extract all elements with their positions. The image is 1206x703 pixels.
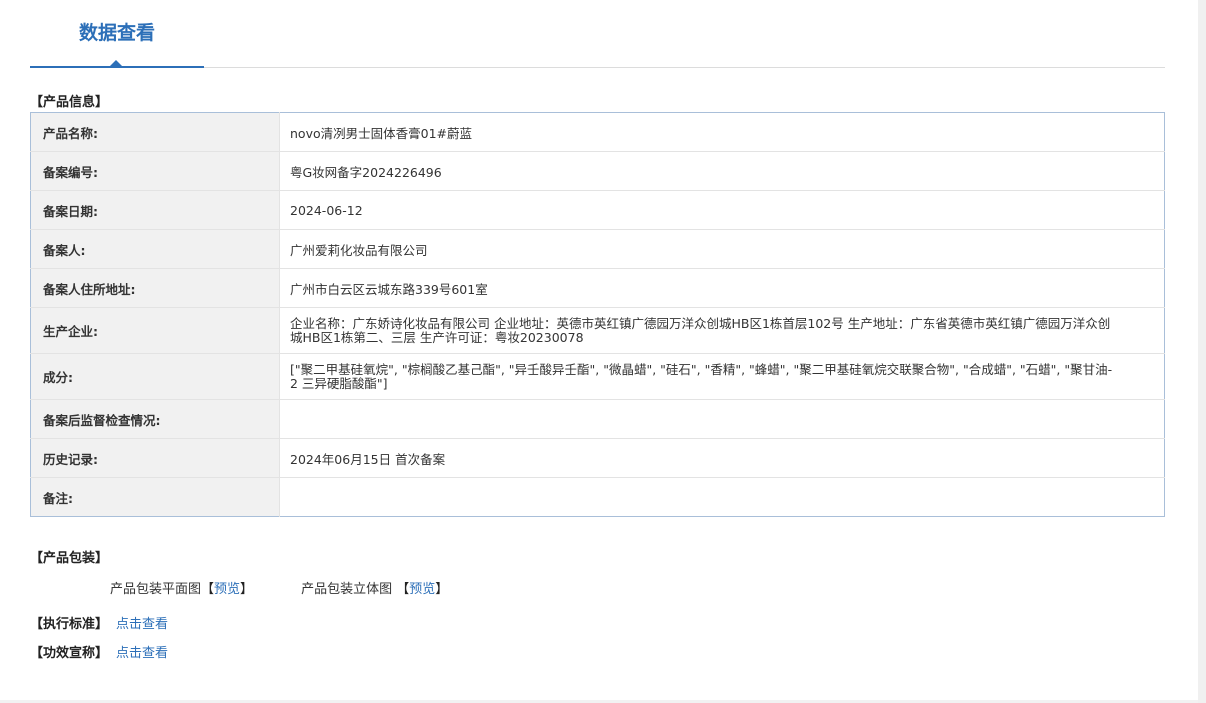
- row-label-filer: 备案人:: [30, 229, 280, 269]
- row-value-filing-number: 粤G妆网备字2024226496: [279, 151, 1165, 191]
- row-label-filer-address: 备案人住所地址:: [30, 268, 280, 308]
- table-row: 备案人住所地址: 广州市白云区云城东路339号601室: [30, 268, 1165, 308]
- row-value-filer: 广州爱莉化妆品有限公司: [279, 229, 1165, 269]
- row-value-manufacturer: 企业名称：广东娇诗化妆品有限公司 企业地址：英德市英红镇广德园万洋众创城HB区1…: [279, 307, 1165, 354]
- table-row: 备案日期: 2024-06-12: [30, 190, 1165, 230]
- table-row: 备注:: [30, 477, 1165, 517]
- scrollbar-track[interactable]: [1198, 0, 1206, 703]
- packaging-stereo-preview-link[interactable]: 预览: [409, 582, 435, 597]
- row-label-remarks: 备注:: [30, 477, 280, 517]
- efficacy-title: 【功效宣称】: [30, 646, 109, 661]
- packaging-flat-preview-link[interactable]: 预览: [214, 582, 240, 597]
- table-row: 产品名称: novo清冽男士固体香膏01#蔚蓝: [30, 112, 1165, 152]
- row-label-filing-number: 备案编号:: [30, 151, 280, 191]
- ingredients-text: ["聚二甲基硅氧烷", "棕榈酸乙基己酯", "异壬酸异壬酯", "微晶蜡", …: [290, 361, 1113, 391]
- row-label-supervision: 备案后监督检查情况:: [30, 399, 280, 439]
- table-row: 历史记录: 2024年06月15日 首次备案: [30, 438, 1165, 478]
- bracket-open: 【: [201, 582, 215, 597]
- row-value-filing-date: 2024-06-12: [279, 190, 1165, 230]
- row-value-product-name: novo清冽男士固体香膏01#蔚蓝: [279, 112, 1165, 152]
- standard-view-link[interactable]: 点击查看: [116, 617, 168, 632]
- tab-data-view[interactable]: 数据查看: [30, 1, 204, 68]
- row-value-history: 2024年06月15日 首次备案: [279, 438, 1165, 478]
- row-label-manufacturer: 生产企业:: [30, 307, 280, 354]
- bracket-open: 【: [396, 582, 410, 597]
- product-info-title: 【产品信息】: [30, 95, 109, 110]
- row-value-supervision: [279, 399, 1165, 439]
- packaging-flat-item: 产品包装平面图【预览】: [110, 578, 253, 597]
- packaging-stereo-label: 产品包装立体图: [301, 582, 393, 597]
- table-row: 备案人: 广州爱莉化妆品有限公司: [30, 229, 1165, 269]
- row-label-history: 历史记录:: [30, 438, 280, 478]
- tab-bar: 数据查看: [30, 0, 1165, 68]
- row-label-filing-date: 备案日期:: [30, 190, 280, 230]
- standard-title: 【执行标准】: [30, 617, 109, 632]
- packaging-links: 产品包装平面图【预览】 产品包装立体图 【预览】: [110, 578, 448, 597]
- row-value-remarks: [280, 478, 1165, 517]
- efficacy-row: 【功效宣称】 点击查看: [30, 642, 168, 663]
- packaging-stereo-item: 产品包装立体图 【预览】: [301, 578, 448, 597]
- tab-active-caret-icon: [110, 60, 122, 66]
- page-container: 数据查看 【产品信息】 产品名称: novo清冽男士固体香膏01#蔚蓝 备案编号…: [30, 0, 1165, 661]
- table-row: 生产企业: 企业名称：广东娇诗化妆品有限公司 企业地址：英德市英红镇广德园万洋众…: [30, 307, 1165, 354]
- table-row: 备案后监督检查情况:: [30, 399, 1165, 439]
- row-label-product-name: 产品名称:: [30, 112, 280, 152]
- bracket-close: 】: [240, 582, 254, 597]
- product-info-table: 产品名称: novo清冽男士固体香膏01#蔚蓝 备案编号: 粤G妆网备字2024…: [30, 112, 1165, 517]
- manufacturer-text: 企业名称：广东娇诗化妆品有限公司 企业地址：英德市英红镇广德园万洋众创城HB区1…: [290, 315, 1111, 345]
- standard-row: 【执行标准】 点击查看: [30, 613, 168, 634]
- packaging-title: 【产品包装】: [30, 551, 109, 566]
- table-row: 备案编号: 粤G妆网备字2024226496: [30, 151, 1165, 191]
- row-value-filer-address: 广州市白云区云城东路339号601室: [279, 268, 1165, 308]
- table-row: 成分: ["聚二甲基硅氧烷", "棕榈酸乙基己酯", "异壬酸异壬酯", "微晶…: [30, 353, 1165, 400]
- row-label-ingredients: 成分:: [30, 353, 280, 400]
- efficacy-view-link[interactable]: 点击查看: [116, 646, 168, 661]
- packaging-flat-label: 产品包装平面图: [110, 582, 202, 597]
- row-value-ingredients: ["聚二甲基硅氧烷", "棕榈酸乙基己酯", "异壬酸异壬酯", "微晶蜡", …: [279, 353, 1165, 400]
- tab-data-view-label: 数据查看: [78, 22, 155, 44]
- bracket-close: 】: [435, 582, 449, 597]
